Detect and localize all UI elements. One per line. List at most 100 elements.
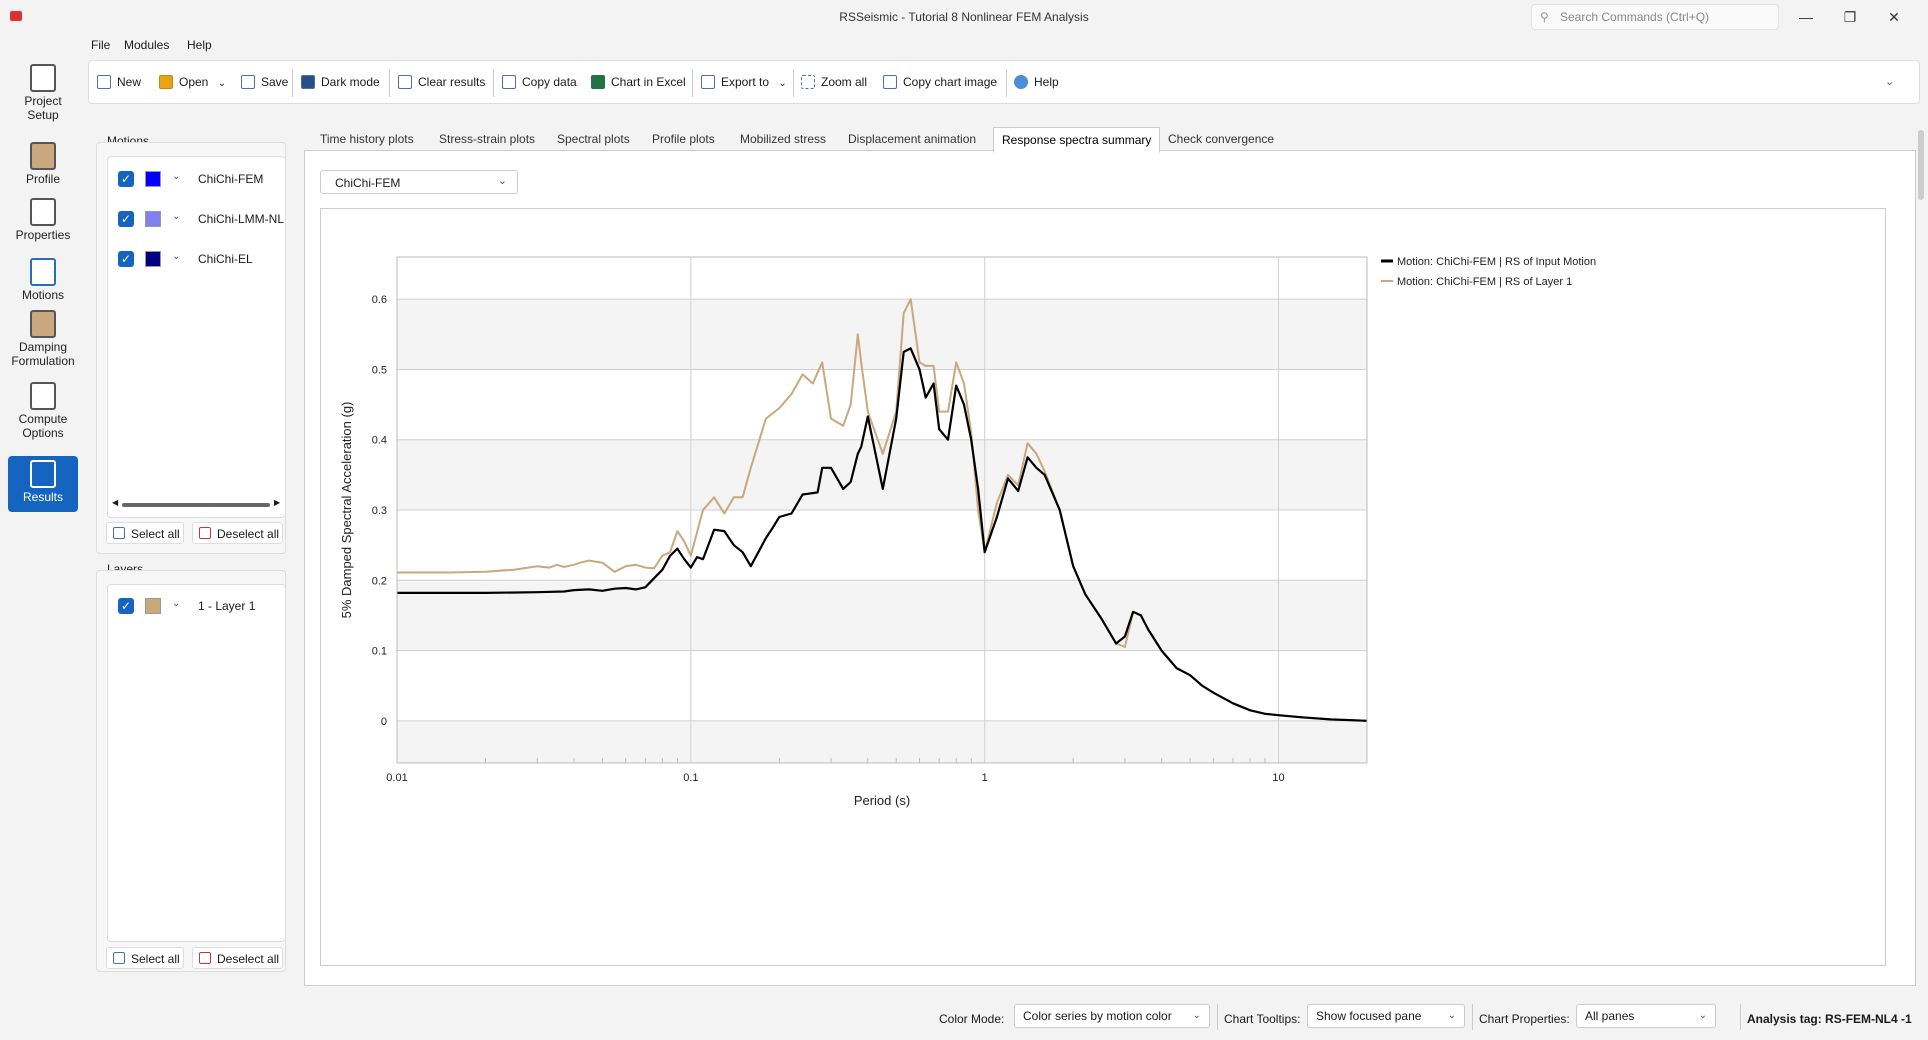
legend-label: Motion: ChiChi-FEM | RS of Input Motion <box>1397 256 1596 268</box>
tab-check-convergence[interactable]: Check convergence <box>1160 127 1282 151</box>
x-tick-label: 1 <box>982 772 988 784</box>
toolbar: New Open ⌄ Save Dark mode Clear results … <box>88 60 1920 104</box>
color-mode-value: Color series by motion color <box>1023 1009 1172 1023</box>
motion-checkbox[interactable]: ✓ <box>118 171 134 187</box>
tab-displacement-animation[interactable]: Displacement animation <box>840 127 984 151</box>
horizontal-scrollbar[interactable]: ◀ ▶ <box>112 498 280 509</box>
tab-stress-strain-plots[interactable]: Stress-strain plots <box>431 127 543 151</box>
results-icon <box>30 460 56 488</box>
chart-tooltips-dropdown[interactable]: Show focused pane ⌄ <box>1307 1004 1465 1028</box>
motion-select-dropdown[interactable]: ChiChi-FEM ⌄ <box>320 170 518 194</box>
motion-checkbox[interactable]: ✓ <box>118 211 134 227</box>
tab-response-spectra-summary[interactable]: Response spectra summary <box>993 127 1161 153</box>
rail-label: Compute <box>18 412 68 426</box>
rail-compute-options[interactable]: Compute Options <box>8 382 78 444</box>
minimize-button[interactable]: — <box>1784 4 1828 30</box>
calculator-icon <box>30 382 56 410</box>
save-button[interactable]: Save <box>241 72 288 92</box>
motion-label: ChiChi-LMM-NL <box>198 212 285 226</box>
chevron-down-icon: ⌄ <box>1698 1010 1707 1021</box>
open-button[interactable]: Open ⌄ <box>159 72 226 92</box>
clear-results-label: Clear results <box>418 75 486 89</box>
rail-label: Setup <box>27 108 59 122</box>
copy-image-icon <box>883 75 897 89</box>
export-icon <box>701 75 715 89</box>
rail-damping-formulation[interactable]: Damping Formulation <box>8 310 78 372</box>
menu-modules[interactable]: Modules <box>124 38 169 52</box>
toolbar-divider <box>793 69 794 97</box>
rail-label: Results <box>22 490 63 504</box>
zoom-all-button[interactable]: Zoom all <box>801 72 867 92</box>
search-icon: ⚲ <box>1540 10 1549 24</box>
rail-label: Options <box>22 426 64 440</box>
motion-color-swatch[interactable] <box>145 171 161 187</box>
close-button[interactable]: ✕ <box>1872 4 1916 30</box>
y-tick-label: 0.3 <box>372 505 387 517</box>
project-setup-icon <box>30 64 56 92</box>
tab-mobilized-stress[interactable]: Mobilized stress <box>732 127 834 151</box>
toolbar-divider <box>493 69 494 97</box>
color-mode-label: Color Mode: <box>939 1012 1005 1026</box>
series-line-0 <box>397 347 1368 722</box>
export-to-label: Export to <box>721 75 770 89</box>
copy-data-button[interactable]: Copy data <box>502 72 577 92</box>
layers-deselect-all-button[interactable]: Deselect all <box>192 947 283 969</box>
chart-properties-dropdown[interactable]: All panes ⌄ <box>1576 1004 1716 1028</box>
menu-help[interactable]: Help <box>187 38 212 52</box>
layer-color-swatch[interactable] <box>145 598 161 614</box>
rail-project-setup[interactable]: Project Setup <box>8 62 78 128</box>
rail-label: Properties <box>15 228 71 242</box>
y-tick-label: 0.2 <box>372 575 387 587</box>
deselect-all-icon <box>199 527 211 539</box>
rail-results[interactable]: Results <box>8 456 78 512</box>
tab-profile-plots[interactable]: Profile plots <box>644 127 723 151</box>
chart-frame: 0.01 0.1 1 10 0 0.1 0.2 0.3 0.4 0.5 0.6 Period (s) 5… <box>320 208 1886 966</box>
chevron-down-icon[interactable]: ⌄ <box>172 251 180 262</box>
response-spectra-chart[interactable]: 0.01 0.1 1 10 0 0.1 0.2 0.3 0.4 0.5 0.6 Period (s) 5… <box>321 209 1885 965</box>
copy-data-label: Copy data <box>522 75 577 89</box>
menu-bar: File Modules Help <box>86 34 1928 56</box>
toolbar-expand-chevron-icon[interactable]: ⌄ <box>1885 72 1894 92</box>
clear-results-button[interactable]: Clear results <box>398 72 485 92</box>
scroll-left-icon[interactable]: ◀ <box>112 498 118 507</box>
copy-chart-image-button[interactable]: Copy chart image <box>883 72 997 92</box>
rail-properties[interactable]: Properties <box>8 198 78 246</box>
chart-tooltips-value: Show focused pane <box>1316 1009 1422 1023</box>
tab-time-history-plots[interactable]: Time history plots <box>312 127 422 151</box>
layers-select-all-button[interactable]: Select all <box>106 947 184 969</box>
export-to-button[interactable]: Export to ⌄ <box>701 72 787 92</box>
motions-select-all-button[interactable]: Select all <box>106 522 184 544</box>
new-button[interactable]: New <box>97 72 141 92</box>
motion-color-swatch[interactable] <box>145 211 161 227</box>
rail-label: Project <box>24 94 62 108</box>
chevron-down-icon[interactable]: ⌄ <box>172 171 180 182</box>
open-label: Open <box>179 75 209 89</box>
vertical-scrollbar[interactable] <box>1918 130 1924 200</box>
menu-file[interactable]: File <box>91 38 110 52</box>
dark-mode-label: Dark mode <box>321 75 380 89</box>
chevron-down-icon[interactable]: ⌄ <box>172 598 180 609</box>
rail-label: Formulation <box>11 354 75 368</box>
scrollbar-thumb[interactable] <box>122 503 270 507</box>
color-mode-dropdown[interactable]: Color series by motion color ⌄ <box>1014 1004 1210 1028</box>
tab-spectral-plots[interactable]: Spectral plots <box>549 127 638 151</box>
deselect-all-label: Deselect all <box>217 952 280 966</box>
scroll-right-icon[interactable]: ▶ <box>274 498 280 507</box>
chart-properties-value: All panes <box>1585 1009 1635 1023</box>
chart-in-excel-button[interactable]: Chart in Excel <box>591 72 686 92</box>
motion-color-swatch[interactable] <box>145 251 161 267</box>
restore-button[interactable]: ❐ <box>1828 4 1872 30</box>
search-commands-input[interactable]: ⚲ Search Commands (Ctrl+Q) <box>1531 4 1779 30</box>
help-button[interactable]: Help <box>1014 72 1059 92</box>
motions-deselect-all-button[interactable]: Deselect all <box>192 522 283 544</box>
select-all-icon <box>113 952 125 964</box>
search-placeholder: Search Commands (Ctrl+Q) <box>1560 10 1710 24</box>
chevron-down-icon[interactable]: ⌄ <box>172 211 180 222</box>
layer-checkbox[interactable]: ✓ <box>118 598 134 614</box>
rail-profile[interactable]: Profile <box>8 142 78 190</box>
rail-label: Motions <box>21 288 65 302</box>
copy-chart-image-label: Copy chart image <box>903 75 998 89</box>
rail-motions[interactable]: Motions <box>8 258 78 306</box>
dark-mode-button[interactable]: Dark mode <box>301 72 380 92</box>
motion-checkbox[interactable]: ✓ <box>118 251 134 267</box>
